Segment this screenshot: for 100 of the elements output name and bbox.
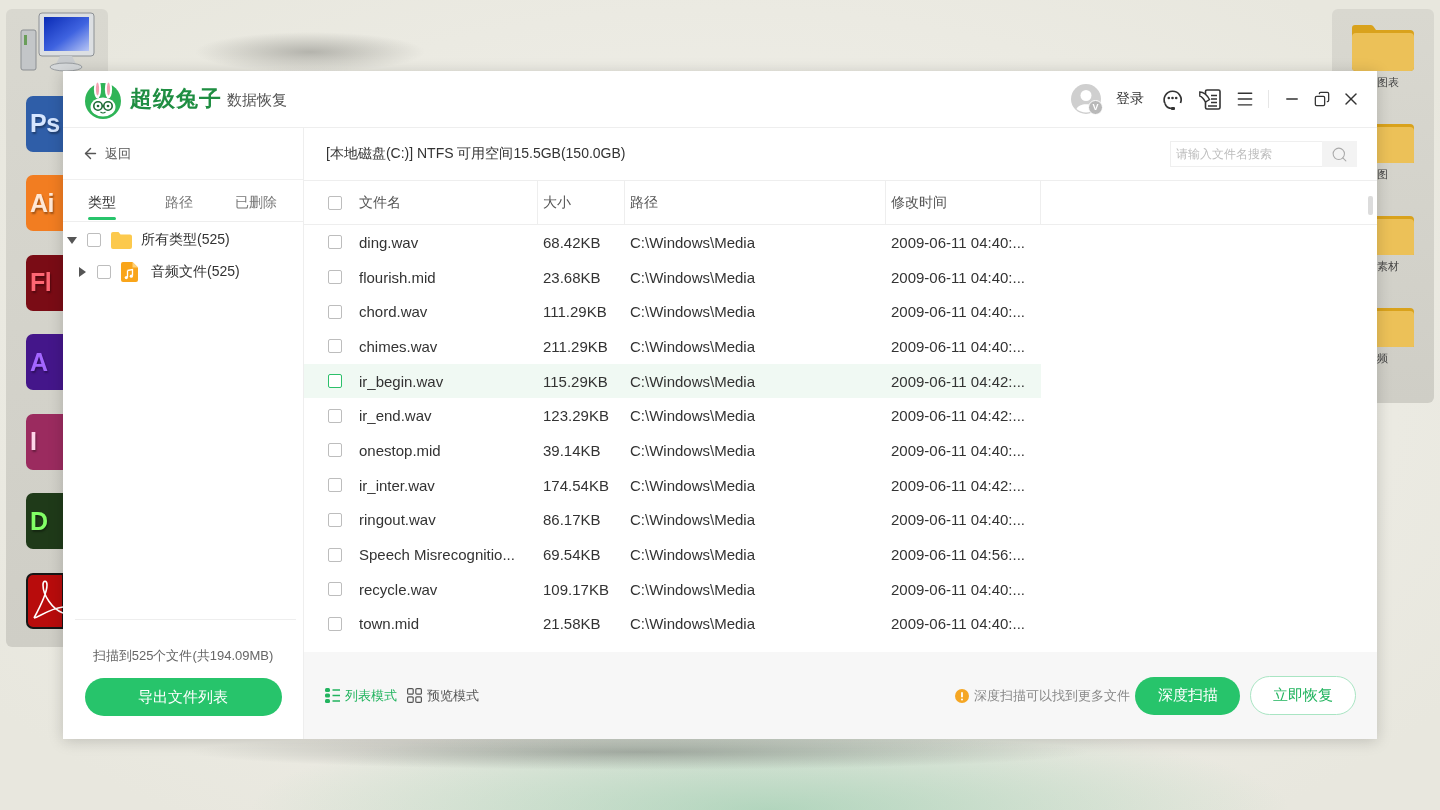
file-row[interactable]: ir_begin.wav 115.29KB C:\Windows\Media 2009-06-11 04:42:... bbox=[304, 363, 1041, 399]
app-shortcut-tile[interactable]: I bbox=[26, 413, 63, 470]
table-cell-text: C:\Windows\Media bbox=[629, 614, 757, 635]
login-link[interactable]: 登录 bbox=[1116, 90, 1144, 108]
sidebar-tab[interactable]: 类型 bbox=[63, 180, 140, 221]
support-chat-icon[interactable] bbox=[1161, 88, 1184, 110]
music-file-icon bbox=[121, 262, 138, 282]
checkbox[interactable] bbox=[328, 374, 342, 389]
column-header[interactable]: 修改时间 bbox=[885, 181, 1041, 224]
folder-icon[interactable] bbox=[1352, 25, 1414, 71]
tree-item-label[interactable]: 所有类型(525) bbox=[141, 231, 230, 249]
folder-label[interactable]: 素材 bbox=[1377, 259, 1399, 273]
list-view-icon bbox=[325, 688, 340, 703]
folder-label[interactable]: 频 bbox=[1377, 351, 1388, 365]
app-subtitle: 数据恢复 bbox=[227, 91, 287, 110]
folder-label[interactable]: 图表 bbox=[1377, 75, 1399, 89]
table-cell-text: C:\Windows\Media bbox=[629, 406, 757, 427]
rabbit-logo-icon bbox=[83, 79, 123, 119]
file-row[interactable]: Speech Misrecognitio... 69.54KB C:\Windows\Media 2009-06-11 04:56:... bbox=[304, 537, 1041, 572]
search-field[interactable]: 请输入文件名搜索 bbox=[1170, 141, 1322, 167]
table-cell-text: ir_inter.wav bbox=[358, 475, 436, 496]
file-row[interactable]: recycle.wav 109.17KB C:\Windows\Media 2009-06-11 04:40:... bbox=[304, 571, 1041, 607]
table-cell-text: C:\Windows\Media bbox=[629, 302, 757, 323]
checkbox[interactable] bbox=[328, 235, 342, 250]
table-cell-text: ir_end.wav bbox=[358, 406, 433, 427]
column-header[interactable]: 路径 bbox=[624, 181, 885, 224]
disk-info: [本地磁盘(C:)] NTFS 可用空间15.5GB(150.0GB) bbox=[326, 145, 626, 163]
checkbox[interactable] bbox=[328, 616, 342, 631]
app-shortcut-tile[interactable]: D bbox=[26, 493, 63, 549]
scrollbar-thumb[interactable] bbox=[1368, 196, 1373, 215]
file-row[interactable]: ir_inter.wav 174.54KB C:\Windows\Media 2009-06-11 04:42:... bbox=[304, 467, 1041, 503]
search-button[interactable] bbox=[1322, 141, 1357, 167]
tree-item-label[interactable]: 音频文件(525) bbox=[151, 263, 240, 281]
table-cell-text: 2009-06-11 04:40:... bbox=[890, 579, 1026, 600]
select-all-checkbox[interactable] bbox=[328, 195, 342, 210]
table-cell-text: C:\Windows\Media bbox=[629, 232, 757, 253]
table-cell-text: C:\Windows\Media bbox=[629, 475, 757, 496]
table-cell-text: C:\Windows\Media bbox=[629, 371, 757, 392]
menu-icon[interactable] bbox=[1235, 89, 1255, 109]
file-row[interactable]: ringout.wav 86.17KB C:\Windows\Media 2009-06-11 04:40:... bbox=[304, 502, 1041, 538]
table-cell-text: onestop.mid bbox=[358, 440, 442, 461]
checkbox[interactable] bbox=[328, 478, 342, 493]
scan-summary: 扫描到525个文件(共194.09MB) bbox=[92, 647, 274, 665]
table-cell-text: ding.wav bbox=[358, 232, 420, 253]
table-cell-text: 2009-06-11 04:40:... bbox=[890, 440, 1026, 461]
sidebar-tab[interactable]: 已删除 bbox=[217, 180, 294, 221]
checkbox[interactable] bbox=[328, 443, 342, 458]
vip-badge: V bbox=[1088, 100, 1103, 115]
caret-right-icon[interactable] bbox=[78, 267, 86, 277]
table-cell-text: 39.14KB bbox=[542, 440, 602, 461]
table-cell-text: flourish.mid bbox=[358, 267, 437, 288]
table-cell-text: Speech Misrecognitio... bbox=[358, 545, 516, 566]
table-cell-text: 109.17KB bbox=[542, 579, 610, 600]
column-header[interactable]: 文件名 bbox=[352, 181, 537, 224]
computer-icon[interactable] bbox=[20, 12, 95, 72]
table-cell-text: 111.29KB bbox=[542, 302, 608, 323]
search-icon bbox=[1331, 145, 1348, 163]
checkbox[interactable] bbox=[328, 304, 342, 319]
caret-down-icon[interactable] bbox=[67, 236, 77, 244]
view-mode-button[interactable]: 预览模式 bbox=[407, 686, 479, 705]
table-cell-text: C:\Windows\Media bbox=[629, 336, 757, 357]
sidebar-tab[interactable]: 路径 bbox=[140, 180, 217, 221]
file-row[interactable]: ding.wav 68.42KB C:\Windows\Media 2009-06-11 04:40:... bbox=[304, 225, 1041, 260]
grid-view-icon bbox=[407, 688, 422, 703]
app-shortcut-tile[interactable]: Ps bbox=[26, 95, 63, 152]
file-row[interactable]: ir_end.wav 123.29KB C:\Windows\Media 2009-06-11 04:42:... bbox=[304, 398, 1041, 434]
checkbox[interactable] bbox=[328, 582, 342, 597]
table-cell-text: ringout.wav bbox=[358, 510, 437, 531]
app-logo-title: 超级兔子 bbox=[130, 85, 222, 113]
checkbox[interactable] bbox=[328, 512, 342, 527]
file-row[interactable]: onestop.mid 39.14KB C:\Windows\Media 2009-06-11 04:40:... bbox=[304, 433, 1041, 468]
table-cell-text: C:\Windows\Media bbox=[629, 510, 757, 531]
swirl-app-icon[interactable] bbox=[26, 572, 63, 629]
checkbox[interactable] bbox=[328, 547, 342, 562]
table-cell-text: chord.wav bbox=[358, 302, 429, 323]
checkbox[interactable] bbox=[97, 265, 111, 279]
table-cell-text: 115.29KB bbox=[542, 371, 609, 392]
table-cell-text: 2009-06-11 04:42:... bbox=[890, 406, 1026, 427]
table-cell-text: 68.42KB bbox=[542, 232, 602, 253]
file-row[interactable]: town.mid 21.58KB C:\Windows\Media 2009-06-11 04:40:... bbox=[304, 606, 1041, 642]
table-cell-text: C:\Windows\Media bbox=[629, 545, 757, 566]
document-icon[interactable] bbox=[1199, 88, 1221, 110]
table-cell-text: 2009-06-11 04:40:... bbox=[890, 267, 1026, 288]
back-button[interactable]: 返回 bbox=[82, 144, 131, 163]
table-cell-text: recycle.wav bbox=[358, 579, 439, 600]
file-row[interactable]: chord.wav 111.29KB C:\Windows\Media 2009-06-11 04:40:... bbox=[304, 294, 1041, 330]
table-cell-text: ir_begin.wav bbox=[358, 371, 445, 392]
checkbox[interactable] bbox=[328, 270, 342, 285]
checkbox[interactable] bbox=[87, 233, 101, 247]
folder-label[interactable]: 图 bbox=[1377, 167, 1388, 181]
table-cell-text: 211.29KB bbox=[542, 336, 609, 357]
app-shortcut-tile[interactable]: Fl bbox=[26, 254, 63, 311]
table-cell-text: 69.54KB bbox=[542, 545, 602, 566]
column-header[interactable]: 大小 bbox=[537, 181, 624, 224]
checkbox[interactable] bbox=[328, 339, 342, 354]
checkbox[interactable] bbox=[328, 408, 342, 423]
file-row[interactable]: flourish.mid 23.68KB C:\Windows\Media 2009-06-11 04:40:... bbox=[304, 259, 1041, 295]
table-cell-text: 2009-06-11 04:40:... bbox=[890, 336, 1026, 357]
restore-icon[interactable] bbox=[1314, 91, 1330, 107]
file-row[interactable]: chimes.wav 211.29KB C:\Windows\Media 2009-06-11 04:40:... bbox=[304, 329, 1041, 364]
